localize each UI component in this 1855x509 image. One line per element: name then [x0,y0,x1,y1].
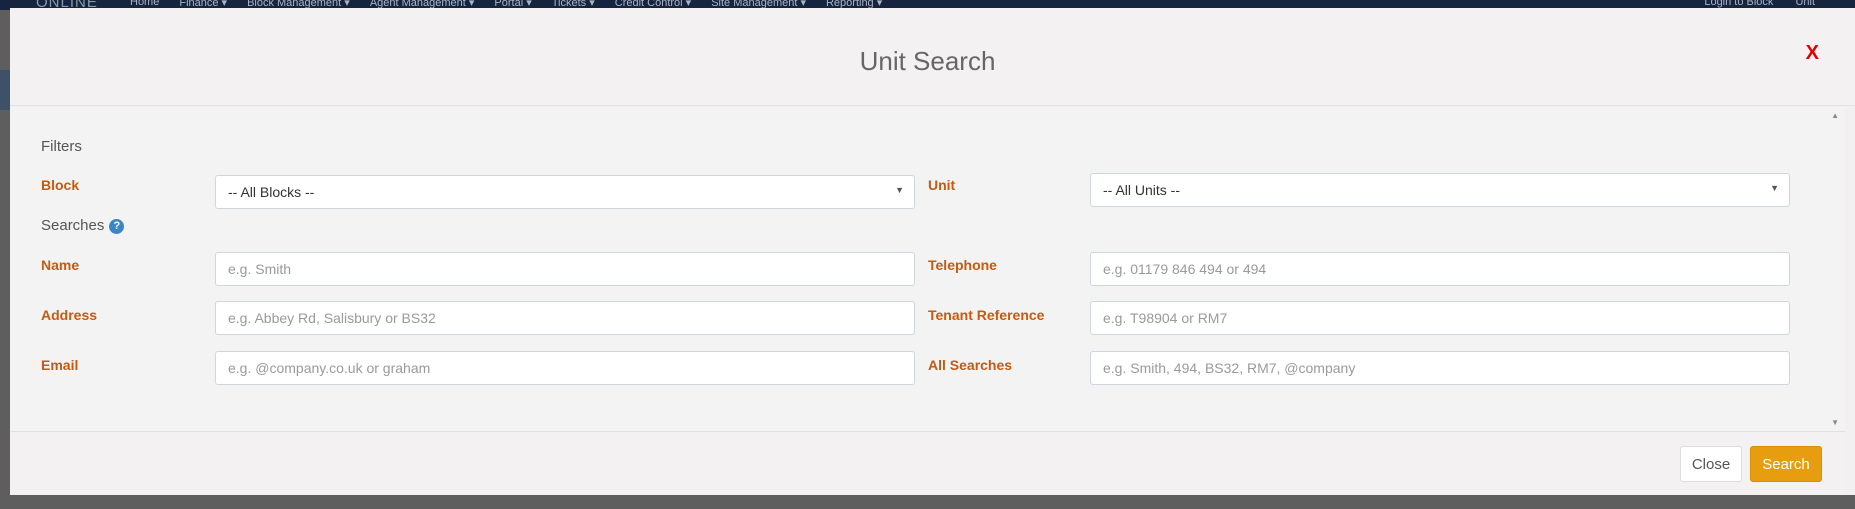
tenant-reference-label: Tenant Reference [928,307,1045,323]
chevron-down-icon: ▼ [895,185,904,195]
scroll-down-arrow-icon[interactable]: ▼ [1831,418,1839,427]
name-label: Name [41,257,80,273]
unit-select[interactable]: -- All Units -- ▼ [1090,173,1790,207]
filters-heading: Filters [41,138,82,155]
modal-footer: Close Search [10,431,1845,495]
block-select-value: -- All Blocks -- [228,184,315,200]
block-select[interactable]: -- All Blocks -- ▼ [215,175,915,209]
searches-heading-text: Searches [41,217,105,234]
email-input[interactable] [215,351,915,385]
unit-search-modal: Unit Search X ▲ ▼ Filters Block -- All B… [10,8,1855,495]
modal-body: ▲ ▼ Filters Block -- All Blocks -- ▼ Uni… [10,107,1845,431]
telephone-input[interactable] [1090,252,1790,286]
scroll-up-arrow-icon[interactable]: ▲ [1831,111,1839,120]
close-button[interactable]: Close [1680,446,1742,482]
block-label: Block [41,177,80,193]
nav-right: Login to Block Unit [1704,0,1815,8]
searches-heading: Searches? [41,217,125,234]
address-label: Address [41,307,98,323]
chevron-down-icon: ▼ [1770,183,1779,193]
telephone-label: Telephone [928,257,997,273]
help-icon[interactable]: ? [109,218,125,234]
all-searches-input[interactable] [1090,351,1790,385]
email-label: Email [41,357,79,373]
tenant-reference-input[interactable] [1090,301,1790,335]
address-input[interactable] [215,301,915,335]
unit-label: Unit [928,177,956,193]
all-searches-label: All Searches [928,357,1013,373]
name-input[interactable] [215,252,915,286]
unit-select-value: -- All Units -- [1103,182,1180,198]
modal-title: Unit Search [859,46,996,76]
nav-login-to-block[interactable]: Login to Block [1704,0,1773,8]
close-x-icon[interactable]: X [1806,42,1819,65]
modal-header: Unit Search X [10,8,1855,106]
search-button[interactable]: Search [1750,446,1822,482]
nav-unit-search[interactable]: Unit [1795,0,1815,8]
